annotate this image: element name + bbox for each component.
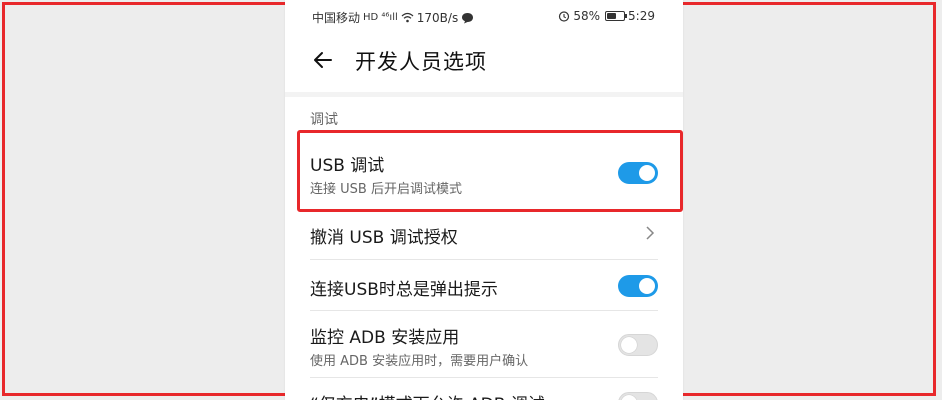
monitor-adb-install-toggle[interactable] — [618, 334, 658, 356]
setting-subtitle: 使用 ADB 安装应用时，需要用户确认 — [310, 354, 529, 369]
page-title: 开发人员选项 — [355, 50, 487, 74]
charge-only-adb-toggle[interactable] — [618, 392, 658, 400]
setting-title: “仅充电”模式下允许 ADB 调试 — [310, 390, 545, 400]
setting-row-usb-prompt[interactable]: 连接USB时总是弹出提示 — [285, 260, 683, 310]
status-left: 中国移动 HD ⁴⁶ıll 170B/s — [312, 9, 474, 26]
setting-title: USB 调试 — [310, 156, 385, 176]
battery-fill — [607, 13, 617, 19]
setting-title: 监控 ADB 安装应用 — [310, 328, 460, 348]
toggle-knob — [621, 395, 637, 400]
setting-row-usb-debugging[interactable]: USB 调试 连接 USB 后开启调试模式 — [285, 140, 683, 210]
battery-percent: 58% — [573, 9, 601, 23]
toggle-knob — [639, 165, 655, 181]
title-bar: 开发人员选项 — [285, 40, 683, 84]
carrier-label: 中国移动 — [312, 11, 361, 25]
setting-subtitle: 连接 USB 后开启调试模式 — [310, 182, 462, 197]
section-divider — [285, 92, 683, 97]
setting-row-revoke-usb-authorization[interactable]: 撤消 USB 调试授权 — [285, 211, 683, 259]
toggle-knob — [639, 278, 655, 294]
status-bar: 中国移动 HD ⁴⁶ıll 170B/s 58% 5:29 — [285, 0, 683, 30]
network-badges-icon: HD ⁴⁶ıll — [363, 12, 398, 23]
message-bubble-icon — [462, 12, 474, 23]
wifi-icon — [401, 12, 414, 23]
clock-time: 5:29 — [628, 9, 655, 23]
setting-row-monitor-adb-install[interactable]: 监控 ADB 安装应用 使用 ADB 安装应用时，需要用户确认 — [285, 311, 683, 377]
setting-row-charge-only-adb[interactable]: “仅充电”模式下允许 ADB 调试 — [285, 378, 683, 400]
setting-title: 连接USB时总是弹出提示 — [310, 280, 498, 300]
back-arrow-icon[interactable] — [311, 48, 335, 72]
phone-screen: 中国移动 HD ⁴⁶ıll 170B/s 58% 5:29 开发人员选项 调试 … — [285, 0, 683, 400]
network-speed: 170B/s — [416, 10, 459, 25]
status-right: 58% 5:29 — [558, 9, 655, 23]
battery-icon — [605, 11, 628, 21]
alarm-clock-icon — [559, 11, 570, 22]
usb-prompt-toggle[interactable] — [618, 275, 658, 297]
chevron-right-icon — [646, 226, 655, 240]
setting-title: 撤消 USB 调试授权 — [310, 228, 458, 248]
section-header: 调试 — [310, 112, 338, 128]
toggle-knob — [621, 337, 637, 353]
usb-debugging-toggle[interactable] — [618, 162, 658, 184]
